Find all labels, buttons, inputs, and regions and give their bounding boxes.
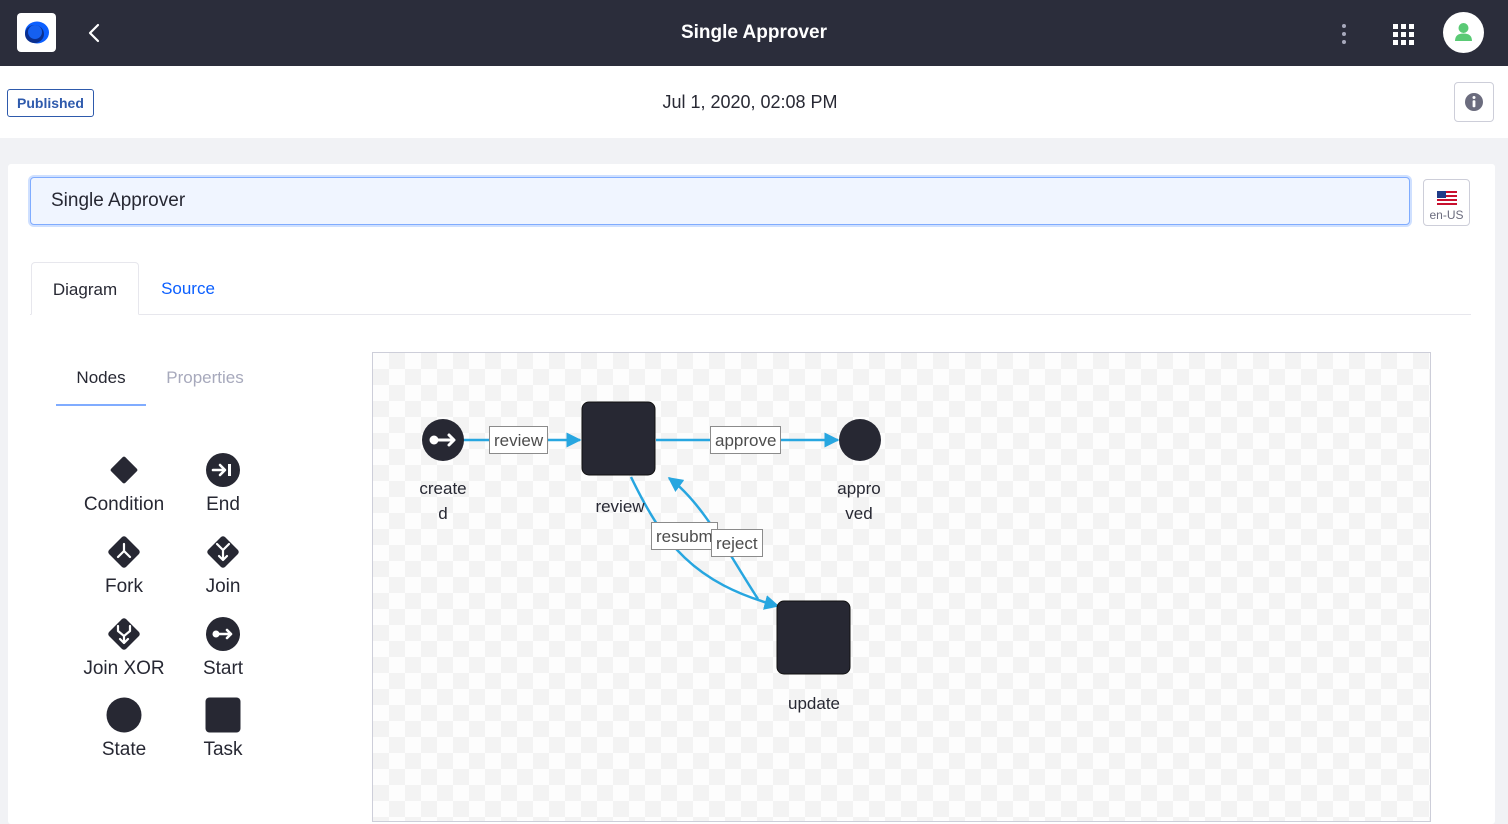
end-icon (206, 453, 240, 487)
node-label-created: create d (403, 476, 483, 526)
state-icon (106, 697, 142, 733)
chevron-left-icon (88, 23, 100, 43)
top-app-bar: Single Approver (0, 0, 1508, 66)
grid-icon (1393, 24, 1414, 45)
node-label: Join (205, 576, 241, 597)
language-selector[interactable]: en-US (1423, 179, 1470, 226)
user-avatar[interactable] (1443, 12, 1484, 53)
info-button[interactable] (1454, 82, 1494, 122)
diagram-graph (422, 401, 881, 675)
node-fork[interactable]: Fork (74, 534, 174, 610)
start-icon (206, 617, 240, 651)
node-created[interactable] (422, 419, 464, 461)
tab-properties[interactable]: Properties (158, 364, 252, 404)
join-xor-icon (108, 618, 140, 650)
join-icon (207, 536, 239, 568)
node-approved[interactable] (839, 419, 881, 461)
app-logo[interactable] (17, 13, 56, 52)
user-icon (1455, 23, 1472, 41)
label-line: ved (845, 504, 873, 523)
node-label-approved: appro ved (819, 476, 899, 526)
node-condition[interactable]: Condition (74, 452, 174, 528)
node-join-xor[interactable]: Join XOR (74, 616, 174, 692)
node-label: Condition (83, 494, 165, 515)
task-icon (205, 697, 241, 733)
node-label: Join XOR (83, 658, 165, 679)
node-label: Start (202, 658, 244, 679)
info-icon (1465, 93, 1483, 111)
back-button[interactable] (80, 19, 108, 47)
node-label: End (206, 494, 240, 515)
node-label: State (101, 739, 147, 760)
node-label: Task (203, 739, 243, 760)
tabs-divider (30, 314, 1471, 315)
logo-icon (25, 21, 49, 44)
tab-source[interactable]: Source (148, 262, 228, 315)
node-state[interactable]: State (74, 697, 174, 773)
language-label: en-US (1429, 208, 1464, 222)
node-join[interactable]: Join (173, 534, 273, 610)
page-title: Single Approver (680, 22, 828, 43)
node-label-review: review (595, 497, 645, 516)
fork-icon (108, 536, 140, 568)
edge-label-resubmit[interactable]: resubm (651, 522, 718, 550)
us-flag-icon (1437, 191, 1457, 205)
status-bar: Published Jul 1, 2020, 02:08 PM (0, 66, 1508, 138)
node-update[interactable] (776, 600, 851, 675)
tab-nodes[interactable]: Nodes (56, 364, 146, 406)
apps-menu-button[interactable] (1390, 21, 1416, 47)
edge-label-review[interactable]: review (489, 426, 549, 454)
node-end[interactable]: End (173, 452, 273, 528)
modified-date: Jul 1, 2020, 02:08 PM (662, 92, 838, 112)
workflow-name-input[interactable] (30, 177, 1410, 225)
ellipsis-vertical-icon (1342, 24, 1346, 44)
condition-icon (110, 456, 138, 484)
edge-label-reject[interactable]: reject (711, 529, 763, 557)
label-line: appro (837, 479, 881, 498)
diagram-canvas[interactable]: review approve resubm reject create d re… (372, 352, 1431, 822)
edge-label-approve[interactable]: approve (710, 426, 782, 454)
node-label-update: update (788, 694, 840, 713)
label-line: d (438, 504, 448, 523)
workflow-editor-card: en-US Diagram Source Nodes Properties Co… (8, 164, 1495, 824)
node-label: Fork (105, 576, 143, 597)
node-review[interactable] (581, 401, 656, 476)
label-line: create (419, 479, 467, 498)
node-task[interactable]: Task (173, 697, 273, 773)
options-menu-button[interactable] (1334, 21, 1354, 47)
node-start[interactable]: Start (173, 616, 273, 692)
tab-diagram[interactable]: Diagram (31, 262, 139, 315)
